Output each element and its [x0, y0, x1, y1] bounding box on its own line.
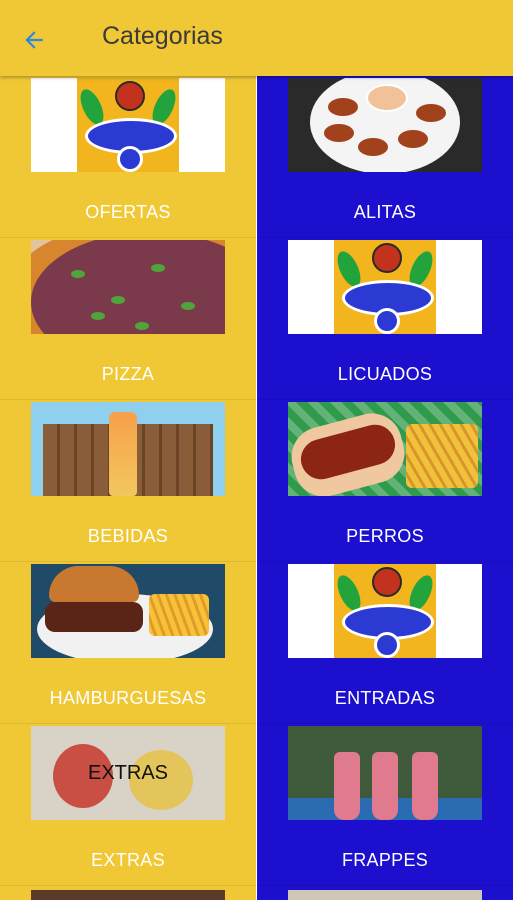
arrow-back-icon — [25, 31, 43, 49]
category-card-alitas[interactable]: ALITAS — [257, 76, 513, 238]
category-card-hamburguesas[interactable]: HAMBURGUESAS — [0, 562, 256, 724]
category-label: HAMBURGUESAS — [49, 688, 207, 708]
category-label: PIZZA — [101, 364, 155, 384]
frappe-image — [288, 726, 482, 820]
category-label: LICUADOS — [337, 364, 433, 384]
restaurant-logo-image — [332, 240, 438, 334]
category-image — [31, 564, 225, 658]
category-label: OFERTAS — [85, 202, 171, 222]
restaurant-logo-image — [332, 564, 438, 658]
category-image — [288, 726, 482, 820]
category-card-bebidas[interactable]: BEBIDAS — [0, 400, 256, 562]
category-card-perros[interactable]: PERROS — [257, 400, 513, 562]
drink-image — [31, 402, 225, 496]
pizza-image — [31, 240, 225, 334]
category-card-ofertas[interactable]: OFERTAS — [0, 76, 256, 238]
category-card-pizza[interactable]: PIZZA — [0, 238, 256, 400]
category-image — [288, 78, 482, 172]
category-image — [288, 240, 482, 334]
next-row-peek — [31, 890, 225, 900]
category-label: ALITAS — [353, 202, 417, 222]
category-grid: OFERTAS PIZZA BEBIDAS HAMBURGUESAS EXTRA… — [0, 76, 513, 900]
category-label: FRAPPES — [341, 850, 429, 870]
category-card-licuados[interactable]: LICUADOS — [257, 238, 513, 400]
category-card-frappes[interactable]: FRAPPES — [257, 724, 513, 886]
category-card-entradas[interactable]: ENTRADAS — [257, 562, 513, 724]
category-image — [288, 402, 482, 496]
category-image — [31, 240, 225, 334]
restaurant-logo-image — [75, 78, 181, 172]
category-label: PERROS — [346, 526, 424, 546]
category-column-right: ALITAS LICUADOS PERROS ENTRADAS FRAPPES — [257, 76, 513, 900]
category-column-left: OFERTAS PIZZA BEBIDAS HAMBURGUESAS EXTRA… — [0, 76, 256, 900]
back-button[interactable] — [14, 20, 54, 60]
hotdog-image — [288, 402, 482, 496]
category-image — [288, 564, 482, 658]
category-image — [31, 402, 225, 496]
image-overlay-text: EXTRAS — [87, 762, 169, 784]
category-image — [31, 78, 225, 172]
category-label: ENTRADAS — [334, 688, 436, 708]
category-image: EXTRAS — [31, 726, 225, 820]
app-bar: Categorias — [0, 0, 513, 76]
burger-image — [31, 564, 225, 658]
extras-image: EXTRAS — [31, 726, 225, 820]
page-title: Categorias — [102, 22, 223, 50]
wings-image — [288, 78, 482, 172]
category-card-extras[interactable]: EXTRAS EXTRAS — [0, 724, 256, 886]
category-label: EXTRAS — [91, 850, 165, 870]
next-row-peek — [288, 890, 482, 900]
category-label: BEBIDAS — [87, 526, 169, 546]
